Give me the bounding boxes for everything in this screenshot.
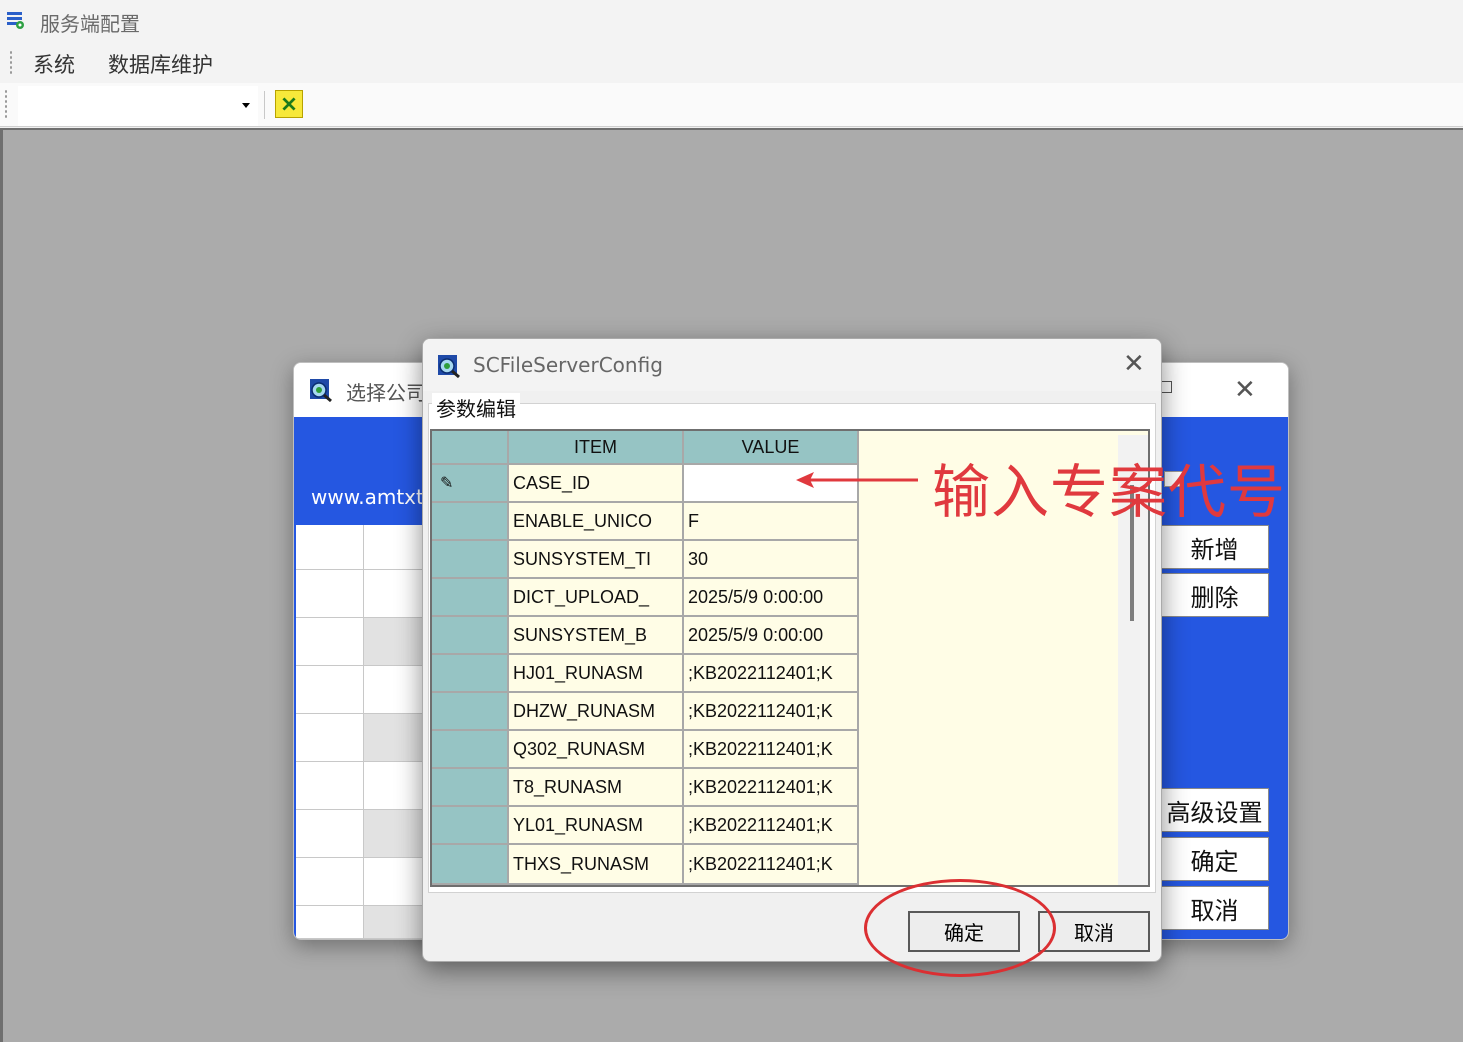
row-indicator[interactable]	[432, 807, 509, 845]
app-icon	[7, 12, 24, 29]
company-grid[interactable]	[296, 525, 426, 939]
row-indicator[interactable]	[432, 541, 509, 579]
row-indicator[interactable]	[432, 579, 509, 617]
company-combo[interactable]	[18, 86, 258, 126]
param-edit-label: 参数编辑	[432, 393, 520, 422]
cell-item[interactable]: SUNSYSTEM_B	[509, 617, 684, 655]
row-indicator[interactable]	[432, 845, 509, 885]
row-indicator[interactable]: ✎	[432, 465, 509, 503]
row-indicator[interactable]	[432, 655, 509, 693]
select-company-title: 选择公司	[346, 381, 426, 405]
cell-item[interactable]: T8_RUNASM	[509, 769, 684, 807]
row-indicator[interactable]	[432, 503, 509, 541]
advanced-settings-button[interactable]: 高级设置	[1160, 788, 1269, 832]
dialog-titlebar: SCFileServerConfig ✕	[423, 339, 1161, 391]
cell-value[interactable]: ;KB2022112401;K	[684, 655, 859, 693]
scfileserverconfig-dialog: SCFileServerConfig ✕ 参数编辑 ITEM VALUE ✎ C…	[422, 338, 1162, 962]
cell-item[interactable]: DHZW_RUNASM	[509, 693, 684, 731]
cell-value[interactable]: ;KB2022112401;K	[684, 769, 859, 807]
company-url: www.amtxt	[311, 485, 424, 509]
delete-button[interactable]: 删除	[1160, 573, 1269, 617]
column-header-item[interactable]: ITEM	[509, 431, 684, 465]
cell-item[interactable]: THXS_RUNASM	[509, 845, 684, 885]
column-header-value[interactable]: VALUE	[684, 431, 859, 465]
menu-bar: 系统 数据库维护	[0, 42, 1463, 83]
row-indicator[interactable]	[432, 731, 509, 769]
close-icon[interactable]: ✕	[1234, 375, 1256, 405]
cell-item[interactable]: SUNSYSTEM_TI	[509, 541, 684, 579]
row-indicator[interactable]	[432, 769, 509, 807]
cell-value[interactable]: F	[684, 503, 859, 541]
menu-grip[interactable]	[9, 50, 13, 74]
close-icon[interactable]: ✕	[1123, 349, 1145, 379]
globe-app-icon	[438, 355, 460, 378]
globe-app-icon	[310, 379, 332, 402]
cell-value[interactable]: 2025/5/9 0:00:00	[684, 579, 859, 617]
annotation-oval	[864, 879, 1056, 977]
toolbar-grip[interactable]	[4, 89, 8, 119]
menu-database-maintenance[interactable]: 数据库维护	[108, 49, 213, 79]
pencil-icon: ✎	[440, 475, 454, 492]
cell-value[interactable]: 2025/5/9 0:00:00	[684, 617, 859, 655]
toolbar-separator	[264, 91, 265, 119]
chevron-down-icon[interactable]	[242, 103, 250, 108]
cell-item[interactable]: DICT_UPLOAD_	[509, 579, 684, 617]
cell-value[interactable]: ;KB2022112401;K	[684, 693, 859, 731]
cell-item[interactable]: ENABLE_UNICO	[509, 503, 684, 541]
window-title: 服务端配置	[40, 12, 140, 36]
cell-item[interactable]: CASE_ID	[509, 465, 684, 503]
cell-item[interactable]: YL01_RUNASM	[509, 807, 684, 845]
exit-icon[interactable]	[275, 90, 303, 118]
grid-corner	[432, 431, 509, 465]
toolbar	[0, 83, 1463, 127]
cell-value[interactable]: 30	[684, 541, 859, 579]
cell-item[interactable]: HJ01_RUNASM	[509, 655, 684, 693]
dialog-title: SCFileServerConfig	[473, 353, 663, 377]
back-cancel-button[interactable]: 取消	[1160, 886, 1269, 930]
cell-item[interactable]: Q302_RUNASM	[509, 731, 684, 769]
annotation-arrow-icon	[796, 472, 918, 488]
add-button[interactable]: 新增	[1160, 525, 1269, 569]
row-indicator[interactable]	[432, 617, 509, 655]
cell-value[interactable]: ;KB2022112401;K	[684, 731, 859, 769]
cell-value[interactable]: ;KB2022112401;K	[684, 845, 859, 885]
back-ok-button[interactable]: 确定	[1160, 837, 1269, 881]
row-indicator[interactable]	[432, 693, 509, 731]
annotation-text: 输入专案代号	[932, 458, 1287, 526]
window-titlebar: 服务端配置	[0, 0, 1463, 42]
menu-system[interactable]: 系统	[33, 49, 75, 79]
cell-value[interactable]: ;KB2022112401;K	[684, 807, 859, 845]
